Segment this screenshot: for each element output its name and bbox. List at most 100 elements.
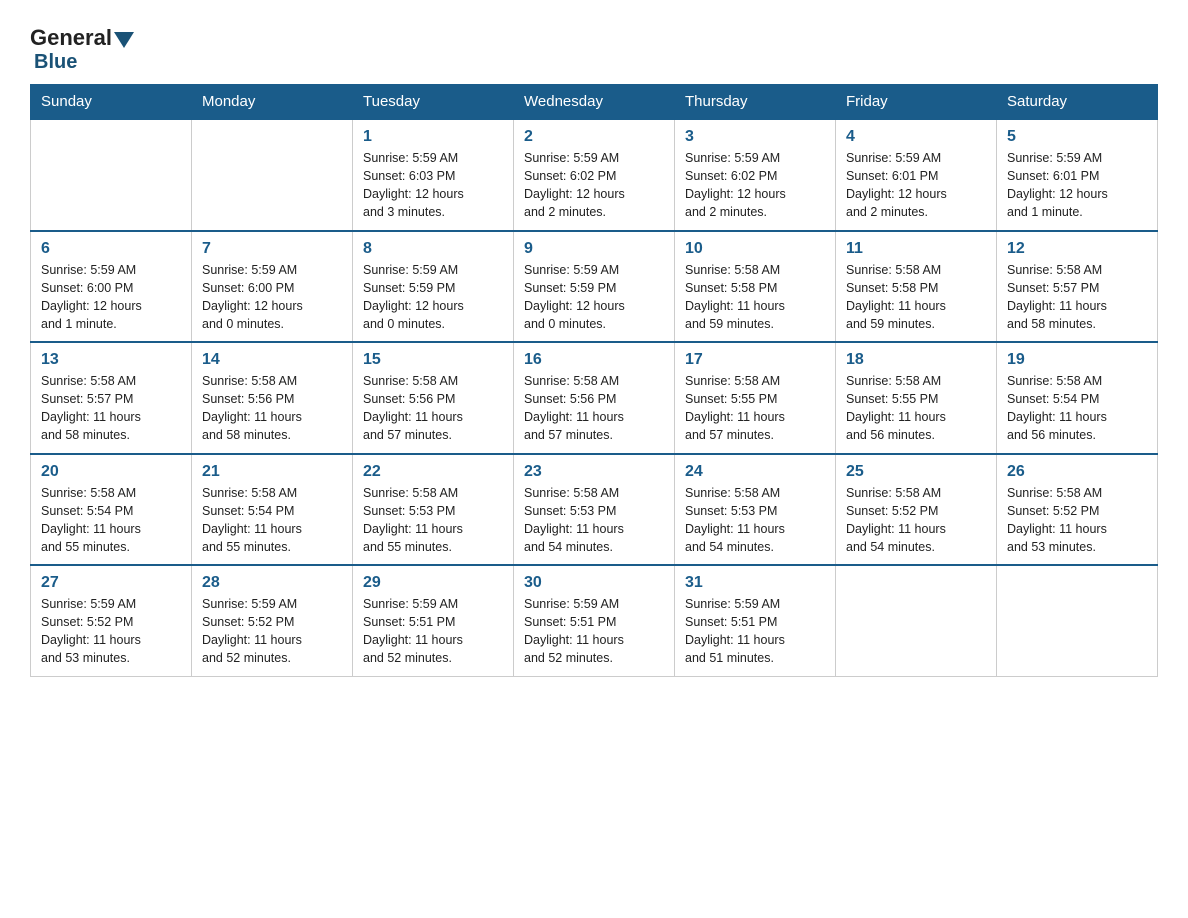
day-info: Sunrise: 5:59 AM Sunset: 6:02 PM Dayligh… [524, 149, 664, 222]
day-info: Sunrise: 5:58 AM Sunset: 5:57 PM Dayligh… [41, 372, 181, 445]
day-number: 26 [1007, 463, 1147, 481]
day-number: 14 [202, 351, 342, 369]
calendar-cell: 30 Sunrise: 5:59 AM Sunset: 5:51 PM Dayli… [514, 565, 675, 676]
calendar-cell: 22 Sunrise: 5:58 AM Sunset: 5:53 PM Dayli… [353, 454, 514, 566]
calendar-cell: 2 Sunrise: 5:59 AM Sunset: 6:02 PM Daylig… [514, 119, 675, 231]
calendar-cell [836, 565, 997, 676]
day-number: 3 [685, 128, 825, 146]
day-info: Sunrise: 5:58 AM Sunset: 5:53 PM Dayligh… [685, 484, 825, 557]
day-info: Sunrise: 5:58 AM Sunset: 5:56 PM Dayligh… [363, 372, 503, 445]
calendar-cell [31, 119, 192, 231]
day-info: Sunrise: 5:59 AM Sunset: 6:03 PM Dayligh… [363, 149, 503, 222]
page-header: General Blue [30, 20, 1158, 74]
day-info: Sunrise: 5:59 AM Sunset: 6:00 PM Dayligh… [41, 261, 181, 334]
logo-triangle-icon [114, 32, 134, 48]
calendar-cell: 24 Sunrise: 5:58 AM Sunset: 5:53 PM Dayli… [675, 454, 836, 566]
calendar-cell: 3 Sunrise: 5:59 AM Sunset: 6:02 PM Daylig… [675, 119, 836, 231]
calendar-header-wednesday: Wednesday [514, 85, 675, 120]
calendar-cell: 11 Sunrise: 5:58 AM Sunset: 5:58 PM Dayli… [836, 231, 997, 343]
calendar-week-row: 13 Sunrise: 5:58 AM Sunset: 5:57 PM Dayli… [31, 342, 1158, 454]
day-number: 31 [685, 574, 825, 592]
day-info: Sunrise: 5:58 AM Sunset: 5:52 PM Dayligh… [846, 484, 986, 557]
calendar-week-row: 6 Sunrise: 5:59 AM Sunset: 6:00 PM Daylig… [31, 231, 1158, 343]
calendar-cell: 8Sunrise: 5:59 AM Sunset: 5:59 PM Daylig… [353, 231, 514, 343]
calendar-cell [997, 565, 1158, 676]
calendar-cell: 26 Sunrise: 5:58 AM Sunset: 5:52 PM Dayli… [997, 454, 1158, 566]
day-info: Sunrise: 5:58 AM Sunset: 5:52 PM Dayligh… [1007, 484, 1147, 557]
calendar-cell: 7 Sunrise: 5:59 AM Sunset: 6:00 PM Daylig… [192, 231, 353, 343]
day-number: 2 [524, 128, 664, 146]
day-info: Sunrise: 5:58 AM Sunset: 5:58 PM Dayligh… [685, 261, 825, 334]
calendar-cell: 1 Sunrise: 5:59 AM Sunset: 6:03 PM Daylig… [353, 119, 514, 231]
day-number: 19 [1007, 351, 1147, 369]
day-number: 16 [524, 351, 664, 369]
calendar-cell: 29 Sunrise: 5:59 AM Sunset: 5:51 PM Dayli… [353, 565, 514, 676]
day-number: 12 [1007, 240, 1147, 258]
day-info: Sunrise: 5:58 AM Sunset: 5:55 PM Dayligh… [685, 372, 825, 445]
day-info: Sunrise: 5:58 AM Sunset: 5:56 PM Dayligh… [524, 372, 664, 445]
calendar-week-row: 1 Sunrise: 5:59 AM Sunset: 6:03 PM Daylig… [31, 119, 1158, 231]
calendar-cell: 5 Sunrise: 5:59 AM Sunset: 6:01 PM Daylig… [997, 119, 1158, 231]
day-number: 9 [524, 240, 664, 258]
day-info: Sunrise: 5:58 AM Sunset: 5:55 PM Dayligh… [846, 372, 986, 445]
calendar-table: SundayMondayTuesdayWednesdayThursdayFrid… [30, 84, 1158, 677]
day-info: Sunrise: 5:59 AM Sunset: 6:01 PM Dayligh… [1007, 149, 1147, 222]
calendar-header-friday: Friday [836, 85, 997, 120]
day-info: Sunrise: 5:59 AM Sunset: 5:59 PM Dayligh… [524, 261, 664, 334]
calendar-cell: 28Sunrise: 5:59 AM Sunset: 5:52 PM Dayli… [192, 565, 353, 676]
day-info: Sunrise: 5:59 AM Sunset: 5:52 PM Dayligh… [41, 595, 181, 668]
day-info: Sunrise: 5:58 AM Sunset: 5:54 PM Dayligh… [202, 484, 342, 557]
day-number: 22 [363, 463, 503, 481]
day-number: 27 [41, 574, 181, 592]
day-number: 10 [685, 240, 825, 258]
calendar-week-row: 27 Sunrise: 5:59 AM Sunset: 5:52 PM Dayli… [31, 565, 1158, 676]
calendar-cell: 25 Sunrise: 5:58 AM Sunset: 5:52 PM Dayli… [836, 454, 997, 566]
day-number: 5 [1007, 128, 1147, 146]
calendar-cell: 4Sunrise: 5:59 AM Sunset: 6:01 PM Daylig… [836, 119, 997, 231]
calendar-header-row: SundayMondayTuesdayWednesdayThursdayFrid… [31, 85, 1158, 120]
calendar-cell [192, 119, 353, 231]
day-info: Sunrise: 5:58 AM Sunset: 5:53 PM Dayligh… [363, 484, 503, 557]
calendar-header-sunday: Sunday [31, 85, 192, 120]
day-number: 20 [41, 463, 181, 481]
day-info: Sunrise: 5:58 AM Sunset: 5:56 PM Dayligh… [202, 372, 342, 445]
day-number: 23 [524, 463, 664, 481]
day-number: 28 [202, 574, 342, 592]
day-info: Sunrise: 5:58 AM Sunset: 5:58 PM Dayligh… [846, 261, 986, 334]
day-number: 29 [363, 574, 503, 592]
calendar-cell: 17 Sunrise: 5:58 AM Sunset: 5:55 PM Dayli… [675, 342, 836, 454]
calendar-cell: 31Sunrise: 5:59 AM Sunset: 5:51 PM Dayli… [675, 565, 836, 676]
day-info: Sunrise: 5:58 AM Sunset: 5:54 PM Dayligh… [41, 484, 181, 557]
day-number: 6 [41, 240, 181, 258]
calendar-header-saturday: Saturday [997, 85, 1158, 120]
day-number: 21 [202, 463, 342, 481]
day-info: Sunrise: 5:58 AM Sunset: 5:53 PM Dayligh… [524, 484, 664, 557]
calendar-header-thursday: Thursday [675, 85, 836, 120]
day-info: Sunrise: 5:59 AM Sunset: 5:51 PM Dayligh… [363, 595, 503, 668]
day-info: Sunrise: 5:58 AM Sunset: 5:54 PM Dayligh… [1007, 372, 1147, 445]
logo-blue-text: Blue [34, 51, 77, 74]
day-number: 15 [363, 351, 503, 369]
day-number: 30 [524, 574, 664, 592]
calendar-cell: 20 Sunrise: 5:58 AM Sunset: 5:54 PM Dayli… [31, 454, 192, 566]
day-number: 24 [685, 463, 825, 481]
calendar-week-row: 20 Sunrise: 5:58 AM Sunset: 5:54 PM Dayli… [31, 454, 1158, 566]
calendar-cell: 15 Sunrise: 5:58 AM Sunset: 5:56 PM Dayli… [353, 342, 514, 454]
calendar-cell: 14 Sunrise: 5:58 AM Sunset: 5:56 PM Dayli… [192, 342, 353, 454]
day-info: Sunrise: 5:59 AM Sunset: 6:00 PM Dayligh… [202, 261, 342, 334]
day-number: 25 [846, 463, 986, 481]
calendar-cell: 21 Sunrise: 5:58 AM Sunset: 5:54 PM Dayli… [192, 454, 353, 566]
day-number: 8 [363, 240, 503, 258]
day-info: Sunrise: 5:58 AM Sunset: 5:57 PM Dayligh… [1007, 261, 1147, 334]
day-info: Sunrise: 5:59 AM Sunset: 6:02 PM Dayligh… [685, 149, 825, 222]
day-number: 7 [202, 240, 342, 258]
day-number: 11 [846, 240, 986, 258]
calendar-cell: 13 Sunrise: 5:58 AM Sunset: 5:57 PM Dayli… [31, 342, 192, 454]
day-number: 17 [685, 351, 825, 369]
calendar-header-tuesday: Tuesday [353, 85, 514, 120]
calendar-cell: 27 Sunrise: 5:59 AM Sunset: 5:52 PM Dayli… [31, 565, 192, 676]
day-info: Sunrise: 5:59 AM Sunset: 5:51 PM Dayligh… [524, 595, 664, 668]
day-number: 13 [41, 351, 181, 369]
day-number: 1 [363, 128, 503, 146]
day-number: 18 [846, 351, 986, 369]
